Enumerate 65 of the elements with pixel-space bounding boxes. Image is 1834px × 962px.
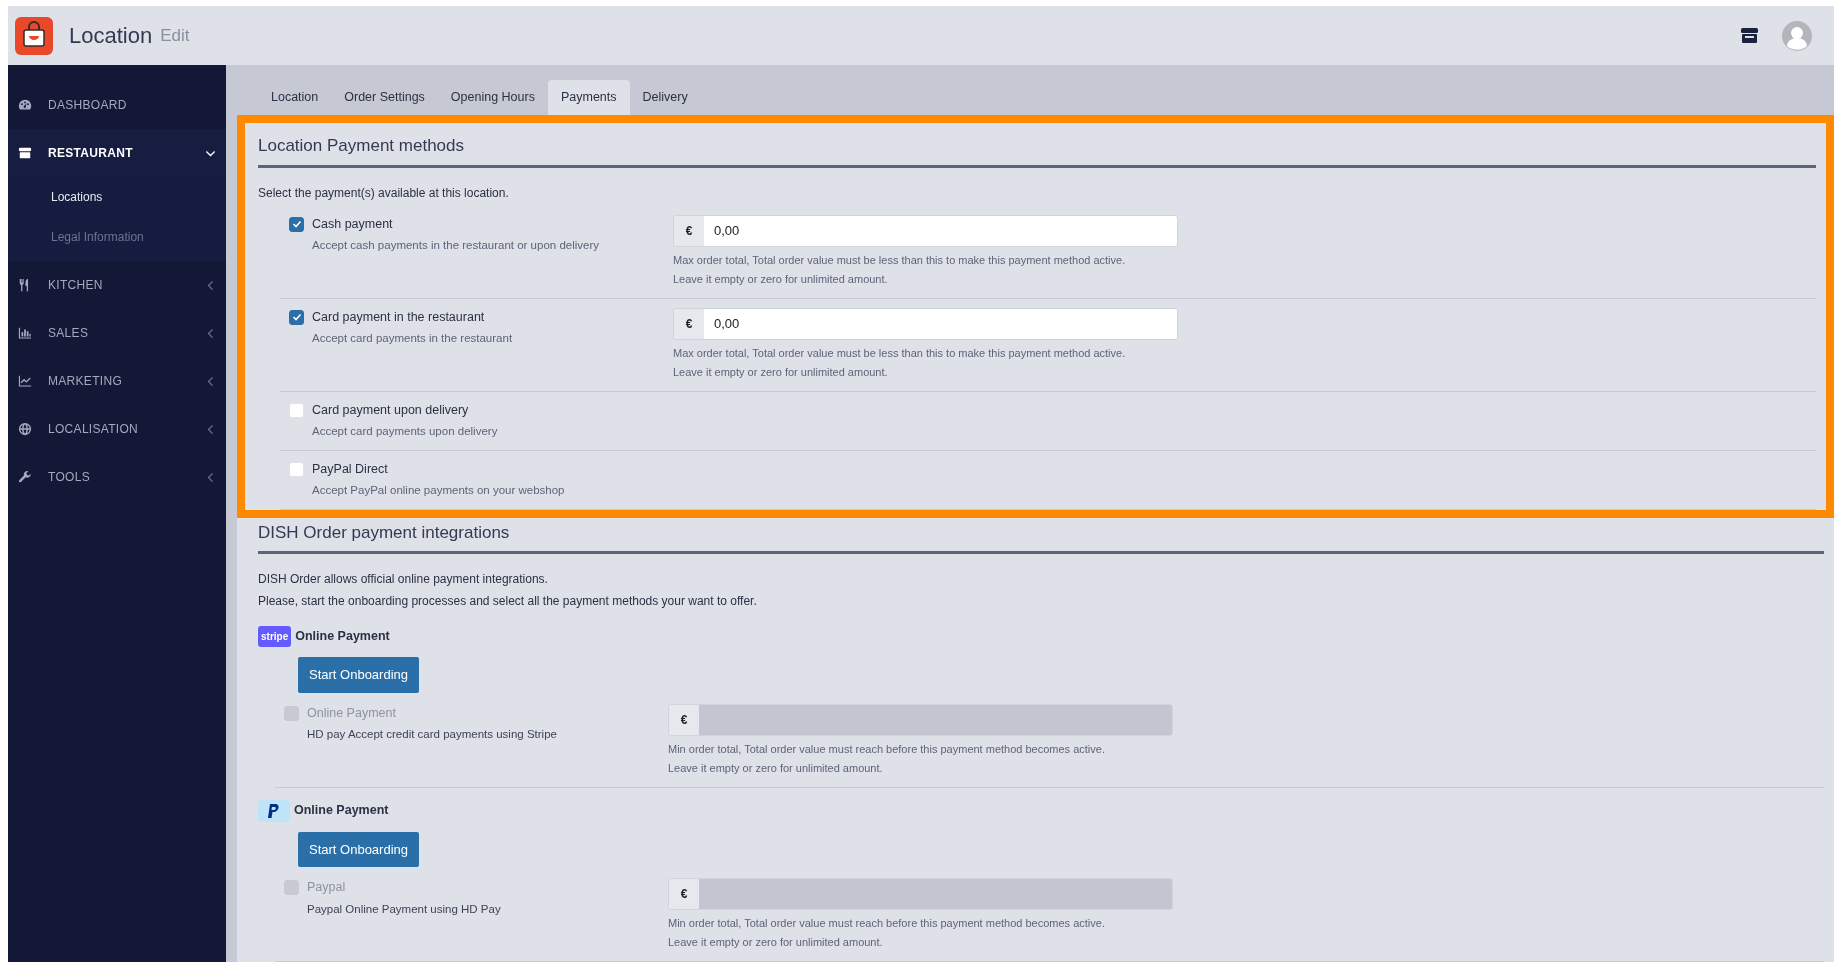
page-title: Location [69, 22, 153, 50]
help-text: Max order total, Total order value must be less than this to make this payment method active. [673, 345, 1127, 361]
sidebar-subitem[interactable]: Locations [8, 177, 226, 217]
bar-chart-icon [18, 326, 32, 340]
amount-field[interactable]: € 0,00 [673, 214, 1178, 247]
line-chart-icon [18, 374, 32, 388]
sidebar-item[interactable]: DASHBOARD [8, 81, 226, 129]
currency-addon: € [669, 879, 699, 909]
checkbox-label: Cash payment [312, 215, 394, 233]
page-subtitle: Edit [160, 24, 190, 47]
help-text: Leave it empty or zero for unlimited amount. [673, 271, 889, 287]
checkbox-label: PayPal Direct [312, 460, 389, 478]
tab[interactable]: Payments [547, 80, 630, 115]
paypal-logo [258, 799, 290, 822]
checkbox-label: Card payment upon delivery [312, 401, 470, 419]
checkbox-label: Paypal [307, 879, 347, 896]
checkbox[interactable] [289, 216, 304, 232]
help-text: Min order total, Total order value must reach before this payment method becomes active. [668, 741, 1106, 757]
help-text: Leave it empty or zero for unlimited amount. [673, 364, 889, 380]
checkbox[interactable] [289, 309, 304, 325]
section-intro: Select the payment(s) available at this location. [258, 184, 510, 202]
help-text: Leave it empty or zero for unlimited amount. [668, 935, 884, 950]
section-intro: Please, start the onboarding processes and select all the payment methods your want to offer. [258, 593, 758, 610]
tab[interactable]: Opening Hours [437, 80, 548, 115]
method-description: Accept card payments in the restaurant [312, 331, 513, 347]
help-text: Min order total, Total order value must reach before this payment method becomes active. [668, 916, 1106, 931]
currency-addon: € [674, 308, 704, 339]
currency-addon: € [674, 215, 704, 246]
sidebar-item[interactable]: SALES [8, 309, 226, 357]
checkmark-icon [291, 219, 302, 229]
checkmark-icon [291, 312, 302, 322]
help-text: Leave it empty or zero for unlimited amount. [668, 760, 884, 776]
amount-field[interactable]: € 0,00 [673, 307, 1178, 340]
tab[interactable]: Order Settings [331, 80, 438, 115]
stripe-logo: stripe [258, 626, 292, 647]
method-description: Paypal Online Payment using HD Pay [307, 901, 501, 917]
sidebar-item[interactable]: MARKETING [8, 357, 226, 405]
method-description: HD pay Accept credit card payments using Stripe [307, 727, 557, 743]
avatar-icon[interactable] [1782, 20, 1812, 51]
store-icon[interactable] [1741, 28, 1758, 43]
start-onboarding-button[interactable]: Start Onboarding [298, 831, 419, 867]
section-intro: DISH Order allows official online payment integrations. [258, 571, 549, 588]
shopping-bag-logo-icon [15, 16, 53, 55]
checkbox-label: Card payment in the restaurant [312, 308, 486, 326]
method-description: Accept PayPal online payments on your webshop [312, 483, 565, 499]
sidebar-item[interactable]: KITCHEN [8, 261, 226, 309]
globe-icon [18, 422, 32, 436]
gauge-icon [18, 98, 32, 112]
wrench-icon [18, 470, 32, 484]
store-icon [18, 146, 32, 160]
method-description: Accept cash payments in the restaurant or upon delivery [312, 238, 600, 254]
method-description: Accept card payments upon delivery [312, 424, 498, 440]
tab[interactable]: Delivery [629, 80, 701, 115]
sidebar-subitem[interactable]: Legal Information [8, 217, 226, 257]
sidebar-item[interactable]: TOOLS [8, 453, 226, 501]
section-title: Location Payment methods [258, 133, 1816, 168]
help-text: Max order total, Total order value must be less than this to make this payment method active. [673, 252, 1127, 268]
currency-addon: € [669, 704, 699, 735]
provider-title: Online Payment [294, 802, 389, 820]
tab[interactable]: Location [258, 80, 332, 115]
checkbox-label: Online Payment [307, 704, 397, 722]
provider-title: Online Payment [295, 628, 390, 646]
start-onboarding-button[interactable]: Start Onboarding [298, 657, 419, 693]
sidebar-item[interactable]: LOCALISATION [8, 405, 226, 453]
section-title: DISH Order payment integrations [258, 519, 1824, 554]
